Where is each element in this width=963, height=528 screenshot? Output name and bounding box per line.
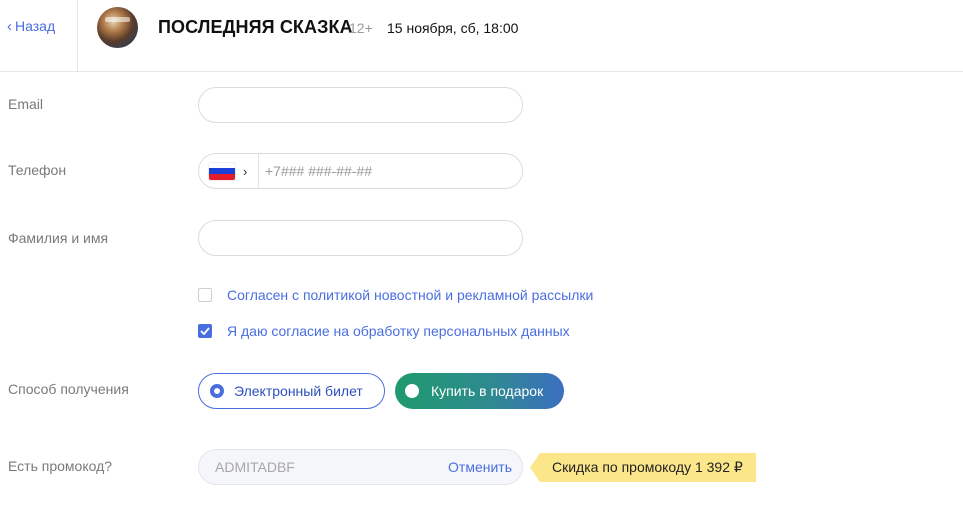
email-field-wrapper — [198, 87, 523, 123]
page-header: ‹ Назад ПОСЛЕДНЯЯ СКАЗКА 12+ 15 ноября, … — [0, 0, 963, 72]
fullname-label: Фамилия и имя — [8, 230, 109, 246]
delivery-method-label: Способ получения — [8, 381, 129, 397]
checkbox-checked-icon — [198, 324, 212, 338]
promo-label: Есть промокод? — [8, 458, 113, 474]
event-datetime: 15 ноября, сб, 18:00 — [387, 20, 519, 36]
fullname-field[interactable] — [199, 221, 522, 255]
newsletter-consent-checkbox[interactable]: Согласен с политикой новостной и рекламн… — [198, 287, 593, 303]
promo-discount-text: Скидка по промокоду 1 392 ₽ — [552, 459, 743, 475]
chevron-right-icon: › — [243, 163, 248, 179]
personal-data-consent-label: Я даю согласие на обработку персональных… — [227, 323, 570, 339]
phone-field[interactable] — [259, 154, 522, 188]
delivery-option-eticket-label: Электронный билет — [234, 383, 363, 399]
radio-unselected-icon — [405, 384, 419, 398]
promo-code-field[interactable]: ADMITADBF Отменить — [198, 449, 523, 485]
delivery-option-eticket[interactable]: Электронный билет — [198, 373, 385, 409]
back-link[interactable]: ‹ Назад — [7, 18, 55, 34]
checkbox-unchecked-icon — [198, 288, 212, 302]
email-label: Email — [8, 96, 44, 112]
delivery-option-gift[interactable]: Купить в подарок — [395, 373, 564, 409]
newsletter-consent-label: Согласен с политикой новостной и рекламн… — [227, 287, 594, 303]
age-rating: 12+ — [349, 20, 373, 36]
fullname-field-wrapper — [198, 220, 523, 256]
russia-flag-icon — [209, 162, 235, 180]
email-field[interactable] — [199, 88, 522, 122]
promo-code-value: ADMITADBF — [215, 459, 295, 475]
back-label: Назад — [15, 18, 56, 34]
personal-data-consent-checkbox[interactable]: Я даю согласие на обработку персональных… — [198, 323, 570, 339]
delivery-option-gift-label: Купить в подарок — [431, 383, 544, 399]
phone-label: Телефон — [8, 162, 67, 178]
event-title: ПОСЛЕДНЯЯ СКАЗКА — [158, 17, 353, 37]
promo-cancel-button[interactable]: Отменить — [448, 459, 512, 475]
country-code-selector[interactable]: › — [199, 154, 259, 188]
chevron-left-icon: ‹ — [7, 17, 12, 35]
event-poster-thumbnail — [97, 7, 138, 48]
promo-discount-badge: Скидка по промокоду 1 392 ₽ — [530, 453, 756, 482]
phone-field-wrapper: › — [198, 153, 523, 189]
radio-selected-icon — [210, 384, 224, 398]
header-divider — [77, 0, 78, 72]
